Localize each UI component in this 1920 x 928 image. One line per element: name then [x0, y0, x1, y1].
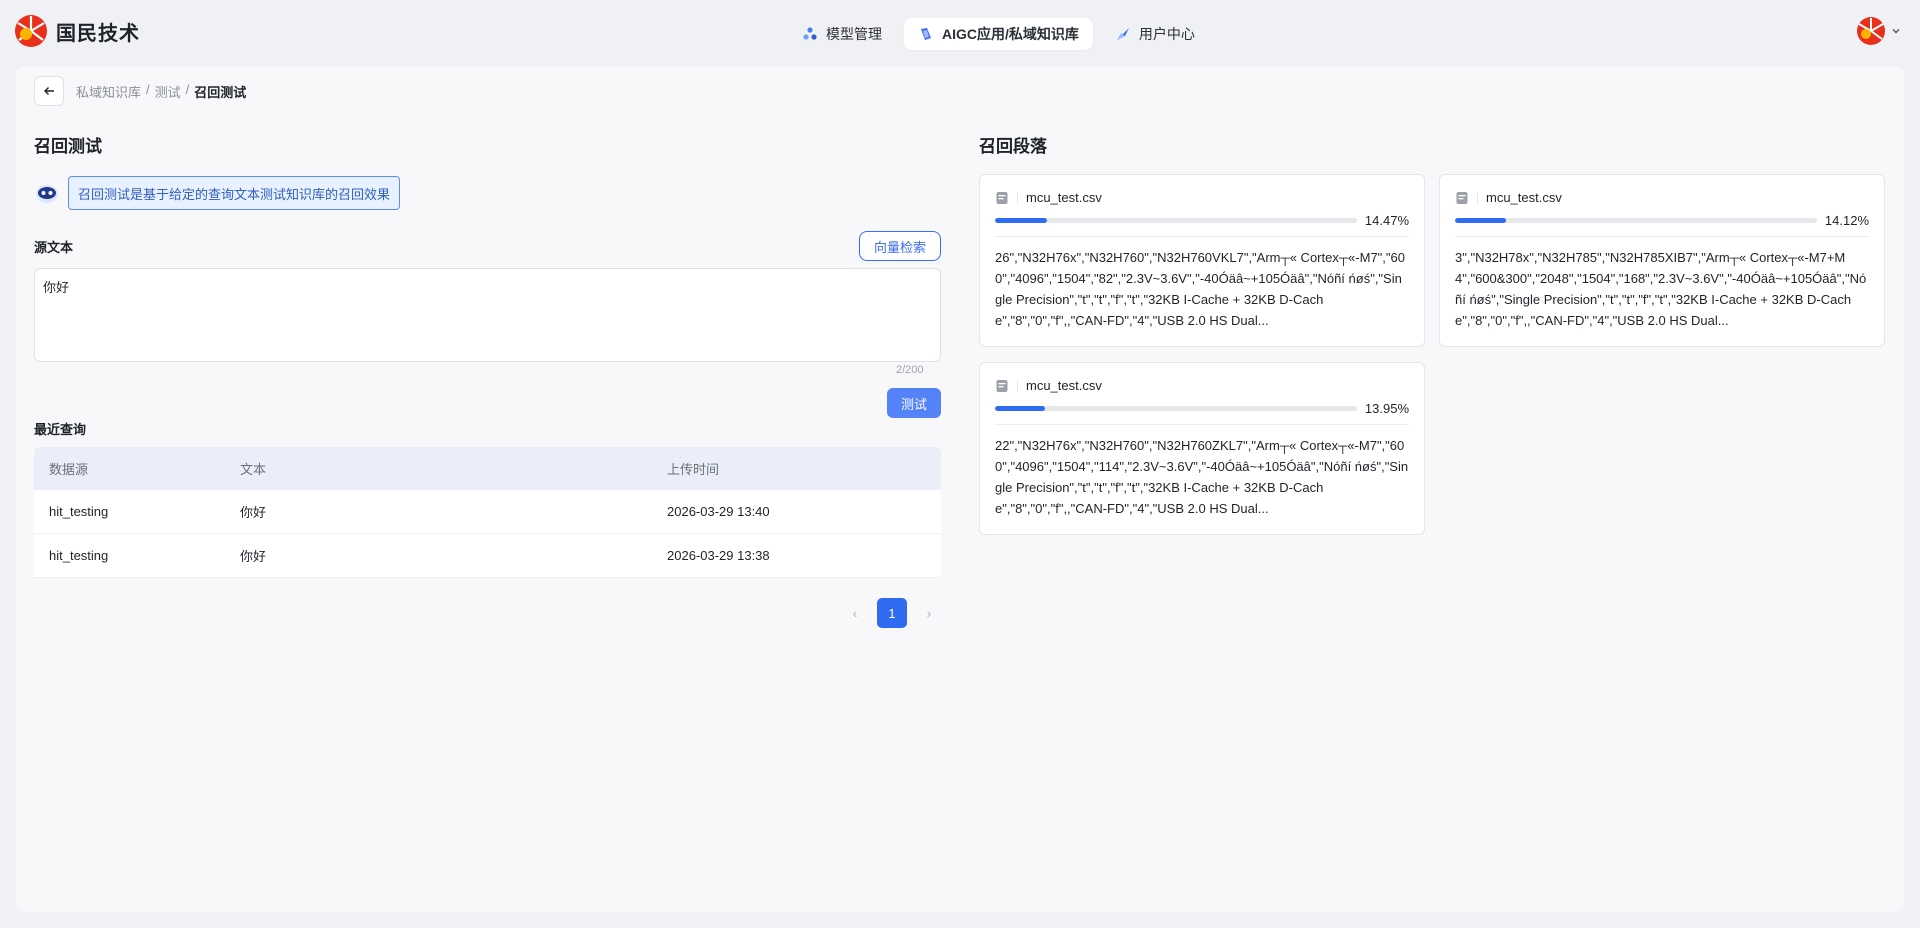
breadcrumb-separator: / [146, 81, 150, 97]
cell-source: hit_testing [49, 548, 109, 563]
file-icon [996, 191, 1008, 204]
divider [995, 424, 1409, 425]
file-icon [1456, 191, 1468, 204]
breadcrumb-separator: / [185, 81, 190, 97]
chunk-text: 26","N32H76x","N32H760","N32H760VKL7","A… [995, 250, 1405, 328]
tip-text: 召回测试是基于给定的查询文本测试知识库的召回效果 [68, 176, 401, 210]
chevron-right-icon[interactable]: › [919, 603, 939, 623]
user-center-icon [1116, 28, 1129, 40]
card-header: mcu_test.csv [995, 378, 1409, 393]
result-card[interactable]: mcu_test.csv 14.47% 26","N32H76x","N32H7… [979, 174, 1425, 347]
recent-queries-title: 最近查询 [34, 422, 87, 437]
divider [995, 236, 1409, 237]
source-text-input[interactable]: 你好 [34, 268, 941, 362]
nav-item-models[interactable]: 模型管理 [788, 18, 896, 50]
chevron-left-icon[interactable]: ‹ [845, 603, 865, 623]
column-header-time: 上传时间 [667, 462, 720, 477]
cell-source: hit_testing [49, 504, 109, 519]
breadcrumb-current: 召回测试 [194, 84, 247, 100]
top-bar: 国民技术 模型管理 AIGC应用/私域知识库 用户中心 [0, 0, 1920, 64]
breadcrumb-item-knowledge[interactable]: 私域知识库 [76, 82, 141, 101]
breadcrumb: 私域知识库 / 测试 / 召回测试 [76, 82, 246, 101]
recall-results-title: 召回段落 [979, 137, 1047, 156]
nav-item-user-center[interactable]: 用户中心 [1101, 18, 1209, 50]
breadcrumb-bar: 私域知识库 / 测试 / 召回测试 [34, 76, 246, 106]
score-bar [995, 218, 1357, 223]
table-header: 数据源 文本 上传时间 [34, 447, 941, 490]
file-name: mcu_test.csv [1026, 378, 1102, 393]
robot-icon [36, 185, 58, 203]
recent-queries-table: 数据源 文本 上传时间 hit_testing 你好 2026-03-29 13… [34, 447, 941, 578]
card-header: mcu_test.csv [1455, 190, 1869, 205]
pagination: ‹ 1 › [845, 598, 939, 628]
nav-label: 模型管理 [826, 26, 882, 42]
divider [1477, 191, 1478, 204]
knowledge-icon [921, 28, 931, 40]
result-card[interactable]: mcu_test.csv 13.95% 22","N32H76x","N32H7… [979, 362, 1425, 535]
score-value: 14.47% [1364, 213, 1409, 228]
cell-text: 你好 [240, 505, 267, 520]
column-header-source: 数据源 [49, 462, 89, 477]
divider [1017, 379, 1018, 392]
page-button-current[interactable]: 1 [877, 598, 907, 628]
vector-search-button[interactable]: 向量检索 [859, 231, 941, 261]
score-row: 13.95% [995, 401, 1409, 416]
breadcrumb-item-test[interactable]: 测试 [155, 82, 181, 101]
char-counter: 2/200 [896, 364, 924, 376]
file-name: mcu_test.csv [1026, 190, 1102, 205]
back-button[interactable] [34, 76, 64, 106]
nav-label: AIGC应用/私域知识库 [942, 26, 1079, 42]
score-bar [995, 406, 1357, 411]
score-value: 13.95% [1364, 401, 1409, 416]
divider [1017, 191, 1018, 204]
cell-text: 你好 [240, 549, 267, 564]
main-nav: 模型管理 AIGC应用/私域知识库 用户中心 [788, 18, 1209, 50]
models-icon [803, 27, 817, 40]
source-text-label: 源文本 [34, 240, 74, 255]
score-bar [1455, 218, 1817, 223]
column-header-text: 文本 [240, 462, 267, 477]
result-card[interactable]: mcu_test.csv 14.12% 3","N32H78x","N32H78… [1439, 174, 1885, 347]
test-button[interactable]: 测试 [887, 388, 941, 418]
score-bar-fill [1455, 218, 1507, 223]
score-value: 14.12% [1824, 213, 1869, 228]
brand-logo-icon [15, 15, 47, 47]
chevron-down-icon [1892, 29, 1900, 34]
page-title: 召回测试 [34, 137, 102, 156]
file-name: mcu_test.csv [1486, 190, 1562, 205]
table-row[interactable]: hit_testing 你好 2026-03-29 13:40 [34, 490, 941, 534]
main-panel: 私域知识库 / 测试 / 召回测试 召回测试 召回测试是基于给定的查询文本测试知… [16, 66, 1904, 912]
score-bar-fill [995, 218, 1048, 223]
info-tip: 召回测试是基于给定的查询文本测试知识库的召回效果 [34, 176, 401, 210]
chunk-text: 22","N32H76x","N32H760","N32H760ZKL7","A… [995, 438, 1409, 516]
brand[interactable]: 国民技术 [14, 14, 140, 48]
nav-item-knowledge[interactable]: AIGC应用/私域知识库 [904, 18, 1093, 50]
nav-label: 用户中心 [1138, 26, 1195, 42]
cell-time: 2026-03-29 13:40 [667, 504, 770, 519]
user-menu[interactable] [1856, 16, 1902, 46]
brand-name: 国民技术 [56, 22, 140, 45]
score-row: 14.12% [1455, 213, 1869, 228]
table-row[interactable]: hit_testing 你好 2026-03-29 13:38 [34, 534, 941, 578]
file-icon [996, 379, 1008, 392]
cell-time: 2026-03-29 13:38 [667, 548, 770, 563]
card-header: mcu_test.csv [995, 190, 1409, 205]
arrow-left-icon [44, 87, 54, 95]
score-bar-fill [995, 406, 1046, 411]
chunk-text: 3","N32H78x","N32H785","N32H785XIB7","Ar… [1455, 250, 1867, 328]
score-row: 14.47% [995, 213, 1409, 228]
divider [1455, 236, 1869, 237]
avatar [1857, 17, 1885, 45]
